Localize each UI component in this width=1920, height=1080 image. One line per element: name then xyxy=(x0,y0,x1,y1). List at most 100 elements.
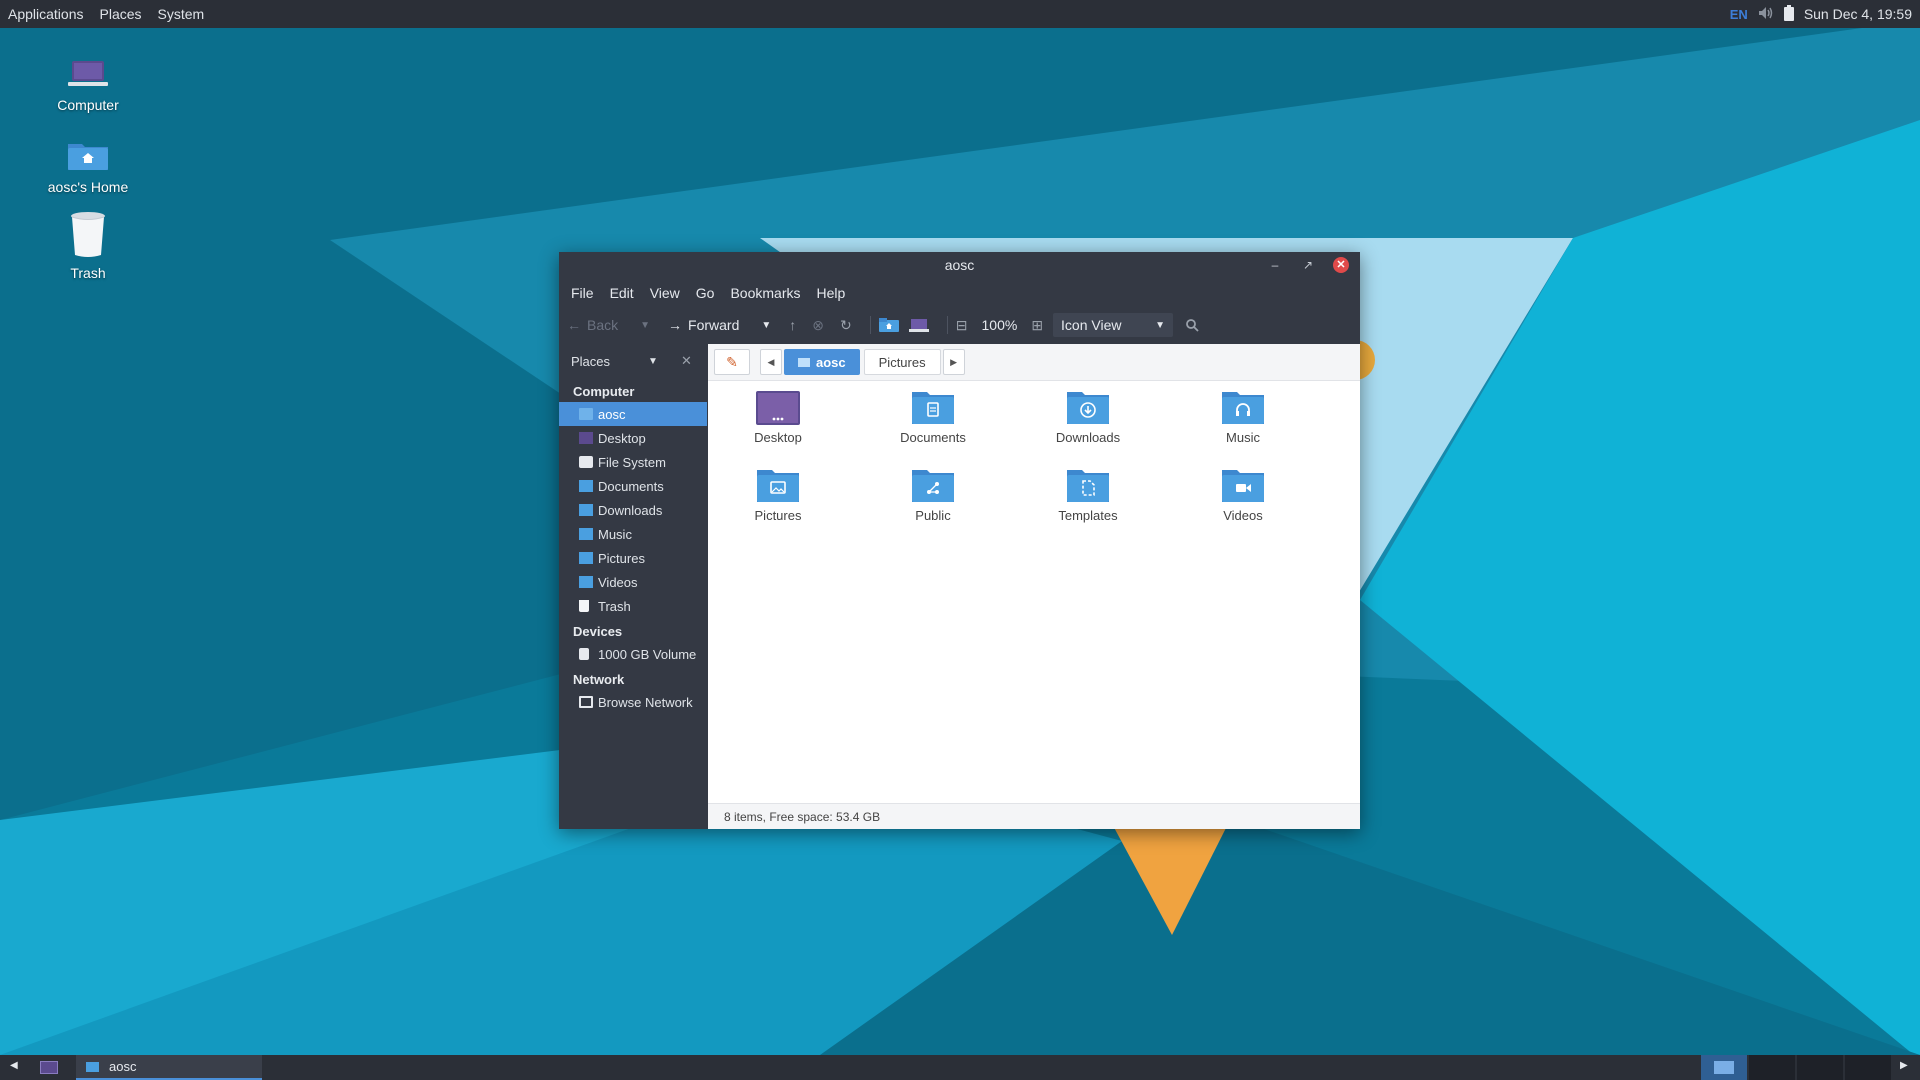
clock[interactable]: Sun Dec 4, 19:59 xyxy=(1804,6,1912,22)
sidebar-item-browse-network[interactable]: Browse Network xyxy=(559,690,707,714)
search-icon[interactable] xyxy=(1185,318,1199,332)
sidebar-title[interactable]: Places xyxy=(571,354,610,369)
file-manager-window: aosc – ↗ ✕ File Edit View Go Bookmarks H… xyxy=(559,252,1360,829)
desktop-icon-label: aosc's Home xyxy=(47,179,129,195)
back-button[interactable]: ← Back ▼ xyxy=(567,317,650,333)
file-item-music[interactable]: Music xyxy=(1183,390,1303,445)
reload-icon[interactable]: ↻ xyxy=(840,317,852,334)
stop-icon[interactable]: ⊗ xyxy=(812,317,824,334)
sidebar-item-label: Pictures xyxy=(598,550,645,566)
workspace-3[interactable] xyxy=(1797,1055,1843,1080)
folder-icon xyxy=(579,576,593,588)
close-sidebar-icon[interactable]: ✕ xyxy=(681,353,692,369)
file-item-desktop[interactable]: Desktop xyxy=(718,390,838,445)
home-folder-icon xyxy=(579,408,593,420)
file-item-videos[interactable]: Videos xyxy=(1183,468,1303,523)
home-folder-icon xyxy=(86,1061,99,1072)
folder-icon xyxy=(579,504,593,516)
zoom-in-icon[interactable]: ⊞ xyxy=(1031,317,1043,334)
menu-view[interactable]: View xyxy=(642,285,688,301)
file-item-pictures[interactable]: Pictures xyxy=(718,468,838,523)
workspace-window-thumb xyxy=(1714,1061,1734,1074)
documents-folder-icon xyxy=(910,390,956,426)
forward-button[interactable]: → Forward ▼ xyxy=(668,317,771,333)
sidebar-header: Places ▼ ✕ xyxy=(559,344,707,378)
music-folder-icon xyxy=(1220,390,1266,426)
workspace-2[interactable] xyxy=(1749,1055,1795,1080)
menu-file[interactable]: File xyxy=(563,285,602,301)
sidebar-item-pictures[interactable]: Pictures xyxy=(559,546,707,570)
sidebar-item-aosc[interactable]: aosc xyxy=(559,402,707,426)
edit-location-button[interactable]: ✎ xyxy=(714,349,750,375)
scroll-right-icon[interactable]: ▶ xyxy=(1900,1060,1908,1071)
workspace-1[interactable] xyxy=(1701,1055,1747,1080)
status-bar: 8 items, Free space: 53.4 GB xyxy=(708,803,1360,829)
file-item-label: Public xyxy=(915,508,951,523)
zoom-out-icon[interactable]: ⊟ xyxy=(956,317,968,334)
sidebar-item-desktop[interactable]: Desktop xyxy=(559,426,707,450)
file-item-public[interactable]: Public xyxy=(873,468,993,523)
tray: EN Sun Dec 4, 19:59 xyxy=(1730,0,1912,28)
menubar: File Edit View Go Bookmarks Help xyxy=(559,278,1360,308)
view-mode-select[interactable]: Icon View ▼ xyxy=(1053,313,1174,337)
file-item-label: Music xyxy=(1226,430,1260,445)
sidebar-item-volume[interactable]: 1000 GB Volume xyxy=(559,642,707,666)
minimize-button[interactable]: – xyxy=(1267,257,1283,273)
menu-bookmarks[interactable]: Bookmarks xyxy=(722,285,808,301)
taskbar-item-aosc[interactable]: aosc xyxy=(76,1055,262,1080)
menu-help[interactable]: Help xyxy=(809,285,854,301)
file-item-downloads[interactable]: Downloads xyxy=(1028,390,1148,445)
forward-label: Forward xyxy=(688,317,740,333)
scroll-left-icon[interactable]: ◀ xyxy=(10,1060,18,1071)
applications-menu[interactable]: Applications xyxy=(0,6,92,22)
home-icon[interactable] xyxy=(878,318,899,332)
sidebar-item-label: Browse Network xyxy=(598,694,693,710)
sidebar-item-music[interactable]: Music xyxy=(559,522,707,546)
videos-folder-icon xyxy=(1220,468,1266,504)
file-item-label: Templates xyxy=(1058,508,1118,523)
sidebar: Places ▼ ✕ Computer aosc Desktop File Sy… xyxy=(559,344,707,829)
sidebar-section-computer: Computer xyxy=(573,384,635,399)
chevron-down-icon[interactable]: ▼ xyxy=(640,320,650,331)
maximize-button[interactable]: ↗ xyxy=(1300,257,1316,273)
desktop-icon-trash[interactable]: Trash xyxy=(33,210,143,281)
window-titlebar[interactable]: aosc – ↗ ✕ xyxy=(559,252,1360,278)
crumb-aosc[interactable]: aosc xyxy=(784,349,860,375)
sidebar-item-label: 1000 GB Volume xyxy=(598,646,697,662)
path-scroll-left-button[interactable]: ◀ xyxy=(760,349,782,375)
sidebar-item-downloads[interactable]: Downloads xyxy=(559,498,707,522)
back-label: Back xyxy=(587,317,619,333)
drive-icon xyxy=(579,456,593,468)
chevron-down-icon[interactable]: ▼ xyxy=(761,320,771,331)
file-item-templates[interactable]: Templates xyxy=(1028,468,1148,523)
system-menu[interactable]: System xyxy=(150,6,213,22)
sidebar-item-file-system[interactable]: File System xyxy=(559,450,707,474)
folder-icon xyxy=(579,480,593,492)
close-button[interactable]: ✕ xyxy=(1333,257,1349,273)
window-title: aosc xyxy=(944,257,975,273)
keyboard-layout-indicator[interactable]: EN xyxy=(1730,7,1748,22)
path-scroll-right-button[interactable]: ▶ xyxy=(942,349,965,375)
crumb-pictures[interactable]: Pictures xyxy=(863,349,941,375)
desktop-icon-home[interactable]: aosc's Home xyxy=(33,138,143,195)
chevron-down-icon[interactable]: ▼ xyxy=(648,356,658,367)
menu-go[interactable]: Go xyxy=(688,285,723,301)
volume-icon[interactable] xyxy=(1758,6,1774,23)
file-item-documents[interactable]: Documents xyxy=(873,390,993,445)
sidebar-item-label: File System xyxy=(598,454,666,470)
file-item-label: Desktop xyxy=(754,430,802,445)
chevron-left-icon: ◀ xyxy=(767,356,775,367)
downloads-folder-icon xyxy=(1065,390,1111,426)
desktop-icon-computer[interactable]: Computer xyxy=(33,58,143,113)
battery-icon[interactable] xyxy=(1783,4,1794,24)
sidebar-item-videos[interactable]: Videos xyxy=(559,570,707,594)
crumb-label: aosc xyxy=(816,354,846,370)
computer-icon[interactable] xyxy=(908,318,929,332)
up-arrow-icon[interactable]: ↑ xyxy=(789,317,796,333)
sidebar-item-trash[interactable]: Trash xyxy=(559,594,707,618)
sidebar-item-documents[interactable]: Documents xyxy=(559,474,707,498)
places-menu[interactable]: Places xyxy=(92,6,150,22)
menu-edit[interactable]: Edit xyxy=(602,285,642,301)
workspace-4[interactable] xyxy=(1845,1055,1891,1080)
show-desktop-icon[interactable] xyxy=(40,1061,58,1074)
